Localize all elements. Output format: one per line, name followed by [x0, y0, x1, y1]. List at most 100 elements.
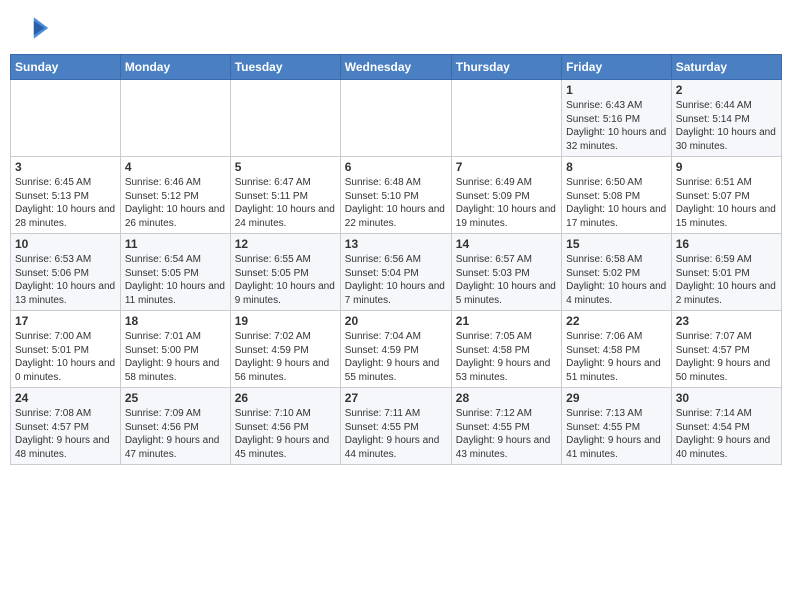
- day-number: 11: [125, 237, 226, 251]
- calendar-cell: [451, 80, 561, 157]
- calendar-week-4: 17 Sunrise: 7:00 AM Sunset: 5:01 PM Dayli…: [11, 311, 782, 388]
- calendar-cell: 22 Sunrise: 7:06 AM Sunset: 4:58 PM Dayli…: [562, 311, 672, 388]
- calendar-cell: 11 Sunrise: 6:54 AM Sunset: 5:05 PM Dayli…: [120, 234, 230, 311]
- calendar-cell: 14 Sunrise: 6:57 AM Sunset: 5:03 PM Dayli…: [451, 234, 561, 311]
- day-number: 18: [125, 314, 226, 328]
- calendar-cell: 13 Sunrise: 6:56 AM Sunset: 5:04 PM Dayli…: [340, 234, 451, 311]
- day-info: Sunrise: 7:13 AM Sunset: 4:55 PM Dayligh…: [566, 407, 667, 461]
- day-info: Sunrise: 6:56 AM Sunset: 5:04 PM Dayligh…: [345, 253, 447, 307]
- day-number: 27: [345, 391, 447, 405]
- weekday-header-saturday: Saturday: [671, 55, 781, 80]
- day-info: Sunrise: 6:59 AM Sunset: 5:01 PM Dayligh…: [676, 253, 777, 307]
- day-info: Sunrise: 7:10 AM Sunset: 4:56 PM Dayligh…: [235, 407, 336, 461]
- calendar-cell: 4 Sunrise: 6:46 AM Sunset: 5:12 PM Daylig…: [120, 157, 230, 234]
- day-info: Sunrise: 7:00 AM Sunset: 5:01 PM Dayligh…: [15, 330, 116, 384]
- day-info: Sunrise: 6:43 AM Sunset: 5:16 PM Dayligh…: [566, 99, 667, 153]
- calendar-cell: [340, 80, 451, 157]
- day-info: Sunrise: 6:51 AM Sunset: 5:07 PM Dayligh…: [676, 176, 777, 230]
- day-info: Sunrise: 6:49 AM Sunset: 5:09 PM Dayligh…: [456, 176, 557, 230]
- weekday-header-monday: Monday: [120, 55, 230, 80]
- calendar-cell: 17 Sunrise: 7:00 AM Sunset: 5:01 PM Dayli…: [11, 311, 121, 388]
- day-info: Sunrise: 6:54 AM Sunset: 5:05 PM Dayligh…: [125, 253, 226, 307]
- calendar-cell: 26Sunrise: 7:10 AM Sunset: 4:56 PM Dayli…: [230, 388, 340, 465]
- day-number: 1: [566, 83, 667, 97]
- day-number: 29: [566, 391, 667, 405]
- day-number: 22: [566, 314, 667, 328]
- calendar-cell: 12 Sunrise: 6:55 AM Sunset: 5:05 PM Dayli…: [230, 234, 340, 311]
- calendar-cell: 1 Sunrise: 6:43 AM Sunset: 5:16 PM Daylig…: [562, 80, 672, 157]
- day-number: 7: [456, 160, 557, 174]
- page-header: [10, 10, 782, 46]
- weekday-header-friday: Friday: [562, 55, 672, 80]
- calendar-cell: 6 Sunrise: 6:48 AM Sunset: 5:10 PM Daylig…: [340, 157, 451, 234]
- calendar-table: SundayMondayTuesdayWednesdayThursdayFrid…: [10, 54, 782, 465]
- day-number: 3: [15, 160, 116, 174]
- logo: [14, 10, 54, 46]
- weekday-header-tuesday: Tuesday: [230, 55, 340, 80]
- generalblue-logo-icon: [14, 10, 50, 46]
- day-info: Sunrise: 7:02 AM Sunset: 4:59 PM Dayligh…: [235, 330, 336, 384]
- day-info: Sunrise: 6:50 AM Sunset: 5:08 PM Dayligh…: [566, 176, 667, 230]
- calendar-cell: 7 Sunrise: 6:49 AM Sunset: 5:09 PM Daylig…: [451, 157, 561, 234]
- calendar-week-5: 24Sunrise: 7:08 AM Sunset: 4:57 PM Dayli…: [11, 388, 782, 465]
- calendar-cell: 3 Sunrise: 6:45 AM Sunset: 5:13 PM Daylig…: [11, 157, 121, 234]
- day-info: Sunrise: 6:47 AM Sunset: 5:11 PM Dayligh…: [235, 176, 336, 230]
- day-number: 14: [456, 237, 557, 251]
- calendar-cell: 5 Sunrise: 6:47 AM Sunset: 5:11 PM Daylig…: [230, 157, 340, 234]
- day-number: 24: [15, 391, 116, 405]
- day-number: 23: [676, 314, 777, 328]
- day-info: Sunrise: 7:01 AM Sunset: 5:00 PM Dayligh…: [125, 330, 226, 384]
- day-info: Sunrise: 7:06 AM Sunset: 4:58 PM Dayligh…: [566, 330, 667, 384]
- calendar-cell: 25 Sunrise: 7:09 AM Sunset: 4:56 PM Dayli…: [120, 388, 230, 465]
- day-number: 12: [235, 237, 336, 251]
- calendar-cell: 16Sunrise: 6:59 AM Sunset: 5:01 PM Dayli…: [671, 234, 781, 311]
- calendar-cell: 15Sunrise: 6:58 AM Sunset: 5:02 PM Dayli…: [562, 234, 672, 311]
- day-number: 6: [345, 160, 447, 174]
- day-number: 9: [676, 160, 777, 174]
- weekday-header-row: SundayMondayTuesdayWednesdayThursdayFrid…: [11, 55, 782, 80]
- day-info: Sunrise: 7:07 AM Sunset: 4:57 PM Dayligh…: [676, 330, 777, 384]
- weekday-header-thursday: Thursday: [451, 55, 561, 80]
- calendar-cell: 21 Sunrise: 7:05 AM Sunset: 4:58 PM Dayli…: [451, 311, 561, 388]
- day-info: Sunrise: 7:12 AM Sunset: 4:55 PM Dayligh…: [456, 407, 557, 461]
- day-info: Sunrise: 6:57 AM Sunset: 5:03 PM Dayligh…: [456, 253, 557, 307]
- calendar-week-2: 3 Sunrise: 6:45 AM Sunset: 5:13 PM Daylig…: [11, 157, 782, 234]
- day-number: 5: [235, 160, 336, 174]
- weekday-header-wednesday: Wednesday: [340, 55, 451, 80]
- day-number: 13: [345, 237, 447, 251]
- calendar-cell: 28 Sunrise: 7:12 AM Sunset: 4:55 PM Dayli…: [451, 388, 561, 465]
- calendar-cell: 29 Sunrise: 7:13 AM Sunset: 4:55 PM Dayli…: [562, 388, 672, 465]
- day-info: Sunrise: 6:53 AM Sunset: 5:06 PM Dayligh…: [15, 253, 116, 307]
- day-info: Sunrise: 7:04 AM Sunset: 4:59 PM Dayligh…: [345, 330, 447, 384]
- calendar-cell: 30Sunrise: 7:14 AM Sunset: 4:54 PM Dayli…: [671, 388, 781, 465]
- calendar-week-3: 10Sunrise: 6:53 AM Sunset: 5:06 PM Dayli…: [11, 234, 782, 311]
- day-number: 28: [456, 391, 557, 405]
- calendar-cell: 18 Sunrise: 7:01 AM Sunset: 5:00 PM Dayli…: [120, 311, 230, 388]
- day-info: Sunrise: 6:46 AM Sunset: 5:12 PM Dayligh…: [125, 176, 226, 230]
- calendar-cell: 2Sunrise: 6:44 AM Sunset: 5:14 PM Daylig…: [671, 80, 781, 157]
- day-info: Sunrise: 6:45 AM Sunset: 5:13 PM Dayligh…: [15, 176, 116, 230]
- day-number: 8: [566, 160, 667, 174]
- day-number: 4: [125, 160, 226, 174]
- day-number: 17: [15, 314, 116, 328]
- day-info: Sunrise: 6:48 AM Sunset: 5:10 PM Dayligh…: [345, 176, 447, 230]
- calendar-cell: 23 Sunrise: 7:07 AM Sunset: 4:57 PM Dayli…: [671, 311, 781, 388]
- calendar-week-1: 1 Sunrise: 6:43 AM Sunset: 5:16 PM Daylig…: [11, 80, 782, 157]
- day-number: 25: [125, 391, 226, 405]
- calendar-cell: [230, 80, 340, 157]
- calendar-cell: 8 Sunrise: 6:50 AM Sunset: 5:08 PM Daylig…: [562, 157, 672, 234]
- day-info: Sunrise: 7:09 AM Sunset: 4:56 PM Dayligh…: [125, 407, 226, 461]
- calendar-cell: 9 Sunrise: 6:51 AM Sunset: 5:07 PM Daylig…: [671, 157, 781, 234]
- day-number: 21: [456, 314, 557, 328]
- day-info: Sunrise: 7:14 AM Sunset: 4:54 PM Dayligh…: [676, 407, 777, 461]
- day-info: Sunrise: 6:55 AM Sunset: 5:05 PM Dayligh…: [235, 253, 336, 307]
- day-info: Sunrise: 6:58 AM Sunset: 5:02 PM Dayligh…: [566, 253, 667, 307]
- day-info: Sunrise: 7:05 AM Sunset: 4:58 PM Dayligh…: [456, 330, 557, 384]
- day-info: Sunrise: 7:11 AM Sunset: 4:55 PM Dayligh…: [345, 407, 447, 461]
- calendar-cell: 19Sunrise: 7:02 AM Sunset: 4:59 PM Dayli…: [230, 311, 340, 388]
- calendar-cell: 20Sunrise: 7:04 AM Sunset: 4:59 PM Dayli…: [340, 311, 451, 388]
- calendar-cell: [11, 80, 121, 157]
- calendar-cell: 24Sunrise: 7:08 AM Sunset: 4:57 PM Dayli…: [11, 388, 121, 465]
- calendar-cell: [120, 80, 230, 157]
- day-info: Sunrise: 6:44 AM Sunset: 5:14 PM Dayligh…: [676, 99, 777, 153]
